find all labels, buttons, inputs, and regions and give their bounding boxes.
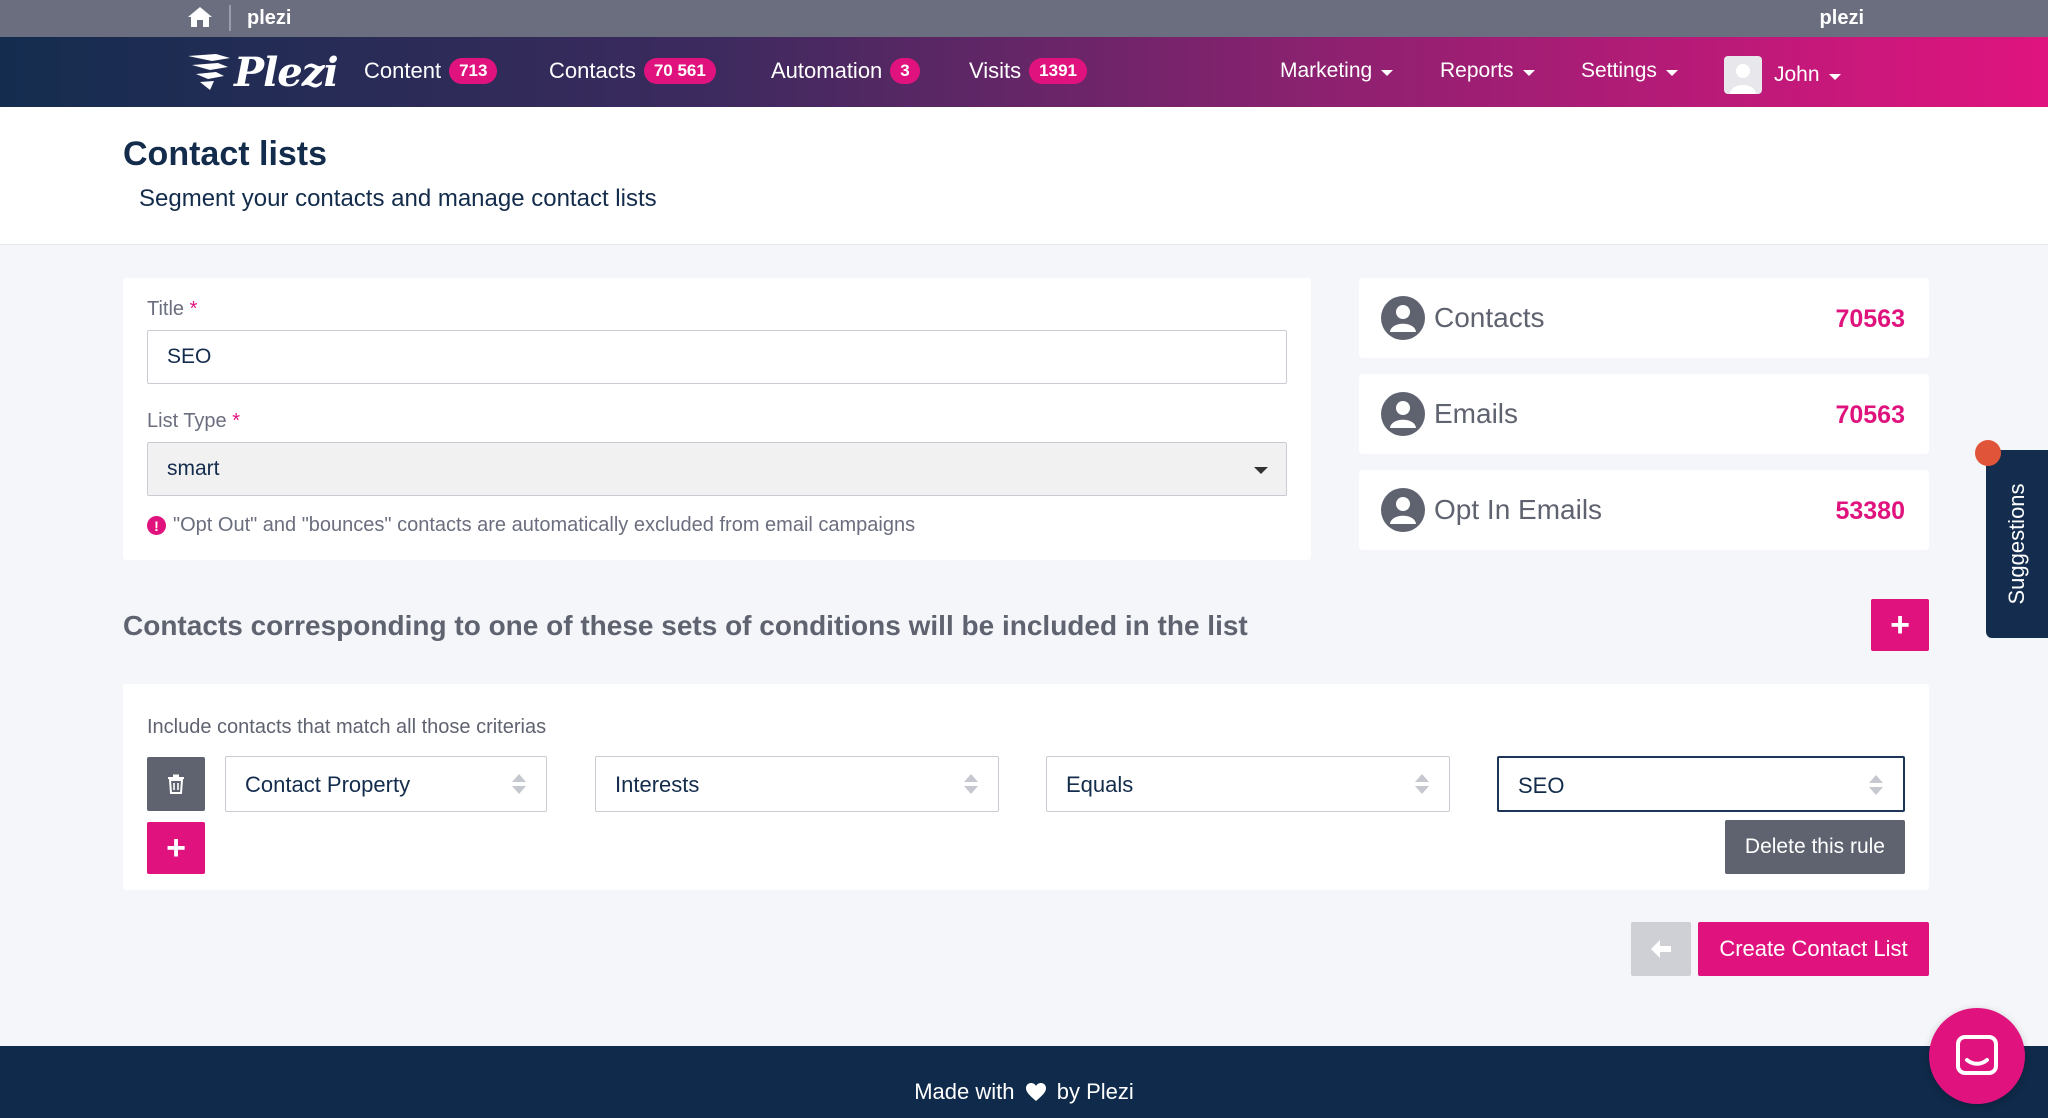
plus-icon: + bbox=[166, 829, 186, 867]
caret-down-icon bbox=[1381, 69, 1394, 76]
exclamation-icon: ! bbox=[147, 516, 166, 535]
top-strip: plezi plezi bbox=[0, 0, 2048, 37]
menu-settings-label: Settings bbox=[1581, 59, 1657, 82]
menu-reports-label: Reports bbox=[1440, 59, 1514, 82]
add-condition-set-button[interactable]: + bbox=[1871, 599, 1929, 651]
plezi-logo[interactable]: Plezi bbox=[186, 48, 339, 96]
menu-settings[interactable]: Settings bbox=[1581, 59, 1678, 83]
heart-icon bbox=[1025, 1083, 1046, 1101]
list-type-label-text: List Type bbox=[147, 410, 227, 432]
sort-arrows-icon bbox=[964, 771, 978, 797]
plus-icon: + bbox=[1890, 606, 1910, 644]
user-icon bbox=[1381, 296, 1425, 340]
required-mark: * bbox=[232, 410, 241, 432]
criterion-field-value: Contact Property bbox=[245, 772, 411, 797]
title-label-text: Title bbox=[147, 298, 185, 320]
main-navbar: Plezi Content 713 Contacts 70 561 Automa… bbox=[0, 37, 2048, 107]
list-type-select[interactable]: smart bbox=[147, 442, 1287, 496]
home-icon[interactable] bbox=[187, 5, 213, 29]
create-contact-list-button[interactable]: Create Contact List bbox=[1698, 922, 1929, 976]
nav-automation-label: Automation bbox=[771, 58, 883, 83]
criterion-value: SEO bbox=[1518, 773, 1565, 798]
opt-out-notice-text: "Opt Out" and "bounces" contacts are aut… bbox=[173, 514, 916, 536]
title-label: Title * bbox=[147, 298, 197, 321]
caret-down-icon bbox=[1665, 69, 1678, 76]
nav-content-label: Content bbox=[364, 58, 442, 83]
suggestions-notification-dot bbox=[1975, 440, 2001, 466]
suggestions-tab[interactable]: Suggestions bbox=[1986, 450, 2048, 638]
stat-emails: Emails 70563 bbox=[1359, 374, 1929, 454]
criterion-property-value: Interests bbox=[615, 772, 700, 797]
criterion-property-select[interactable]: Interests bbox=[595, 756, 999, 812]
footer-text: Made with by Plezi bbox=[0, 1079, 2048, 1105]
user-icon bbox=[1381, 392, 1425, 436]
list-type-value: smart bbox=[167, 457, 220, 480]
conditions-title: Contacts corresponding to one of these s… bbox=[123, 610, 1248, 641]
opt-out-notice: ! "Opt Out" and "bounces" contacts are a… bbox=[147, 514, 915, 537]
menu-marketing[interactable]: Marketing bbox=[1280, 59, 1394, 83]
title-input[interactable]: SEO bbox=[147, 330, 1287, 384]
sort-arrows-icon bbox=[1415, 771, 1429, 797]
plezi-logo-icon bbox=[188, 54, 230, 90]
condition-set-card: Include contacts that match all those cr… bbox=[123, 684, 1929, 890]
stat-emails-value: 70563 bbox=[1835, 401, 1905, 429]
menu-marketing-label: Marketing bbox=[1280, 59, 1373, 82]
account-name-right[interactable]: plezi bbox=[1820, 7, 1864, 30]
user-icon bbox=[1730, 64, 1756, 94]
user-icon bbox=[1381, 488, 1425, 532]
stat-contacts-value: 70563 bbox=[1835, 305, 1905, 333]
user-name: John bbox=[1774, 63, 1820, 86]
criterion-operator-select[interactable]: Equals bbox=[1046, 756, 1450, 812]
chat-icon bbox=[1956, 1035, 1998, 1075]
page-subtitle: Segment your contacts and manage contact… bbox=[139, 185, 657, 212]
nav-visits-count: 1391 bbox=[1029, 58, 1087, 84]
required-mark: * bbox=[189, 298, 198, 320]
delete-criterion-button[interactable] bbox=[147, 757, 205, 811]
footer-made-with: Made with bbox=[914, 1079, 1015, 1104]
stat-emails-label: Emails bbox=[1434, 398, 1519, 429]
nav-automation[interactable]: Automation 3 bbox=[771, 58, 920, 84]
criterion-operator-value: Equals bbox=[1066, 772, 1134, 797]
suggestions-label: Suggestions bbox=[2004, 483, 2029, 605]
menu-reports[interactable]: Reports bbox=[1440, 59, 1535, 83]
sort-arrows-icon bbox=[512, 771, 526, 797]
add-criterion-button[interactable]: + bbox=[147, 822, 205, 874]
caret-down-icon bbox=[1522, 69, 1535, 76]
page-title: Contact lists bbox=[123, 135, 328, 173]
nav-contacts-label: Contacts bbox=[549, 58, 636, 83]
stat-opt-in-emails-value: 53380 bbox=[1835, 497, 1905, 525]
footer-by-plezi: by Plezi bbox=[1056, 1079, 1134, 1104]
nav-contacts[interactable]: Contacts 70 561 bbox=[549, 58, 716, 84]
criterion-value-select[interactable]: SEO bbox=[1497, 756, 1905, 812]
chat-launcher[interactable] bbox=[1929, 1008, 2025, 1104]
caret-down-icon bbox=[1828, 73, 1841, 80]
avatar bbox=[1724, 56, 1762, 94]
nav-visits-label: Visits bbox=[969, 58, 1022, 83]
criteria-description: Include contacts that match all those cr… bbox=[147, 716, 547, 738]
top-strip-divider bbox=[229, 5, 231, 31]
account-name-left[interactable]: plezi bbox=[247, 7, 291, 30]
stat-opt-in-emails-label: Opt In Emails bbox=[1434, 494, 1603, 525]
nav-automation-count: 3 bbox=[890, 58, 920, 84]
trash-icon bbox=[168, 774, 184, 794]
nav-content-count: 713 bbox=[449, 58, 498, 84]
stat-opt-in-emails: Opt In Emails 53380 bbox=[1359, 470, 1929, 550]
back-button[interactable] bbox=[1631, 922, 1691, 976]
list-type-label: List Type * bbox=[147, 410, 240, 433]
nav-content[interactable]: Content 713 bbox=[364, 58, 498, 84]
list-form-card: Title * SEO List Type * smart ! "Opt Out… bbox=[123, 278, 1311, 560]
nav-contacts-count: 70 561 bbox=[643, 58, 716, 84]
page-header: Contact lists Segment your contacts and … bbox=[0, 107, 2048, 245]
arrow-left-icon bbox=[1651, 940, 1671, 958]
stat-contacts-label: Contacts bbox=[1434, 302, 1545, 333]
stat-contacts: Contacts 70563 bbox=[1359, 278, 1929, 358]
nav-visits[interactable]: Visits 1391 bbox=[969, 58, 1087, 84]
footer: Made with by Plezi bbox=[0, 1046, 2048, 1118]
plezi-logo-text: Plezi bbox=[234, 48, 339, 96]
delete-rule-button[interactable]: Delete this rule bbox=[1724, 820, 1905, 874]
sort-arrows-icon bbox=[1869, 772, 1883, 798]
caret-down-icon bbox=[1254, 467, 1268, 474]
criterion-field-select[interactable]: Contact Property bbox=[225, 756, 547, 812]
user-menu[interactable]: John bbox=[1724, 56, 1841, 94]
